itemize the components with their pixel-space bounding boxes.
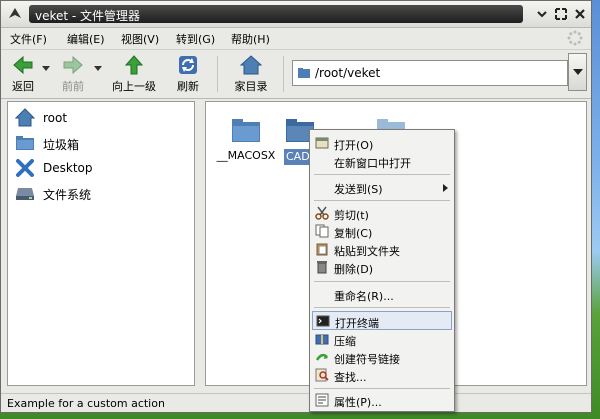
menu-item-delete[interactable]: 删除(D) <box>312 258 452 277</box>
address-bar[interactable]: /root/veket <box>292 60 568 86</box>
menu-item-label: 创建符号链接 <box>334 353 400 366</box>
refresh-button[interactable]: 刷新 <box>173 54 203 94</box>
context-menu: 打开(O) 在新窗口中打开 发送到(S) 剪切(t) 复制(C) 粘贴到文件夹 … <box>309 129 455 412</box>
up-arrow-icon <box>124 55 144 75</box>
menu-help[interactable]: 帮助(H) <box>231 31 270 47</box>
scissors-icon <box>315 206 329 220</box>
menu-item-cut[interactable]: 剪切(t) <box>312 204 452 223</box>
menu-bar: 文件(F) 编辑(E) 视图(V) 转到(G) 帮助(H) <box>1 28 591 48</box>
menu-item-label: 发送到(S) <box>334 183 383 196</box>
sidebar-item-label: 文件系统 <box>43 188 92 202</box>
menu-item-label: 查找... <box>334 371 367 384</box>
address-dropdown-button[interactable] <box>568 53 587 91</box>
close-icon[interactable] <box>572 6 588 22</box>
menu-item-find[interactable]: 查找... <box>312 366 452 385</box>
folder-item[interactable]: __MACOSX <box>216 116 276 162</box>
sidebar-item-label: Desktop <box>43 161 93 175</box>
menu-view[interactable]: 视图(V) <box>121 31 159 47</box>
menu-item-label: 重命名(R)... <box>334 290 394 303</box>
folder-icon <box>232 119 260 142</box>
menu-item-rename[interactable]: 重命名(R)... <box>312 285 452 304</box>
toolbar-separator <box>217 56 218 92</box>
submenu-arrow-icon <box>443 184 448 192</box>
paste-icon <box>316 243 328 256</box>
forward-history-dropdown[interactable] <box>94 66 102 71</box>
activity-spinner-icon <box>567 30 583 46</box>
forward-arrow-icon <box>63 55 83 75</box>
menu-item-open-terminal[interactable]: 打开终端 <box>312 311 452 330</box>
menu-item-label: 剪切(t) <box>334 209 369 222</box>
trash-folder-icon <box>16 136 34 150</box>
terminal-icon <box>316 315 330 327</box>
toolbar: 返回 前前 向上一级 刷新 家目录 /root/veket <box>1 49 591 99</box>
back-history-dropdown[interactable] <box>42 66 50 71</box>
app-menu-icon[interactable] <box>7 6 23 22</box>
back-button[interactable]: 返回 <box>7 54 39 94</box>
folder-name: __MACOSX <box>216 149 276 162</box>
menu-item-label: 属性(P)... <box>334 396 382 409</box>
refresh-icon <box>179 56 197 74</box>
menu-separator <box>314 307 450 308</box>
folder-icon <box>298 68 310 78</box>
forward-label: 前前 <box>62 80 84 93</box>
menu-separator <box>314 388 450 389</box>
properties-icon <box>315 393 329 407</box>
window-title: veket - 文件管理器 <box>35 9 141 23</box>
home-button[interactable]: 家目录 <box>231 54 271 94</box>
menu-item-compress[interactable]: 压缩 <box>312 330 452 349</box>
menu-edit[interactable]: 编辑(E) <box>67 31 105 47</box>
menu-item-label: 粘贴到文件夹 <box>334 245 400 258</box>
menu-item-send-to[interactable]: 发送到(S) <box>312 178 452 197</box>
open-icon <box>315 137 329 149</box>
sidebar-item-label: root <box>43 111 68 125</box>
trash-icon <box>317 261 327 274</box>
menu-go[interactable]: 转到(G) <box>176 31 215 47</box>
desktop-icon <box>16 159 34 177</box>
status-text: Example for a custom action <box>7 397 165 410</box>
title-box: veket - 文件管理器 <box>29 5 523 23</box>
menu-file[interactable]: 文件(F) <box>10 31 47 47</box>
menu-item-properties[interactable]: 属性(P)... <box>312 391 452 410</box>
home-icon <box>15 108 35 127</box>
back-arrow-icon <box>13 55 33 75</box>
menu-item-open[interactable]: 打开(O) <box>312 134 452 153</box>
archive-icon <box>315 334 329 345</box>
minimize-icon[interactable] <box>534 6 550 22</box>
menu-item-label: 压缩 <box>334 335 356 348</box>
maximize-icon[interactable] <box>553 6 569 22</box>
menu-item-label: 删除(D) <box>334 263 374 276</box>
copy-icon <box>315 224 329 238</box>
menu-item-create-symlink[interactable]: 创建符号链接 <box>312 348 452 367</box>
file-manager-window: veket - 文件管理器 文件(F) 编辑(E) 视图(V) 转到(G) 帮助… <box>0 0 592 413</box>
up-label: 向上一级 <box>112 80 156 93</box>
menu-item-paste-into-folder[interactable]: 粘贴到文件夹 <box>312 240 452 259</box>
menu-item-label: 在新窗口中打开 <box>334 157 411 170</box>
status-bar: Example for a custom action <box>1 393 591 414</box>
menu-separator <box>314 281 450 282</box>
home-label: 家目录 <box>234 80 268 93</box>
menu-separator <box>314 200 450 201</box>
menu-item-label: 打开(O) <box>334 139 374 152</box>
up-button[interactable]: 向上一级 <box>109 54 159 94</box>
sidebar: root 垃圾箱 Desktop 文件系统 <box>7 101 195 386</box>
forward-button[interactable]: 前前 <box>57 54 89 94</box>
drive-icon <box>16 188 34 200</box>
address-path: /root/veket <box>315 66 381 80</box>
title-bar[interactable]: veket - 文件管理器 <box>1 1 591 28</box>
back-label: 返回 <box>12 80 34 93</box>
menu-separator <box>314 174 450 175</box>
toolbar-separator <box>283 56 284 92</box>
refresh-label: 刷新 <box>177 80 199 93</box>
find-icon <box>315 368 329 382</box>
home-icon <box>240 55 262 75</box>
sidebar-item-label: 垃圾箱 <box>43 138 80 152</box>
folder-name: CAD 5b18 <box>284 149 310 165</box>
menu-item-copy[interactable]: 复制(C) <box>312 222 452 241</box>
link-icon <box>315 353 328 361</box>
menu-item-label: 复制(C) <box>334 227 373 240</box>
menu-item-label: 打开终端 <box>335 317 379 330</box>
menu-item-open-new-window[interactable]: 在新窗口中打开 <box>312 152 452 171</box>
